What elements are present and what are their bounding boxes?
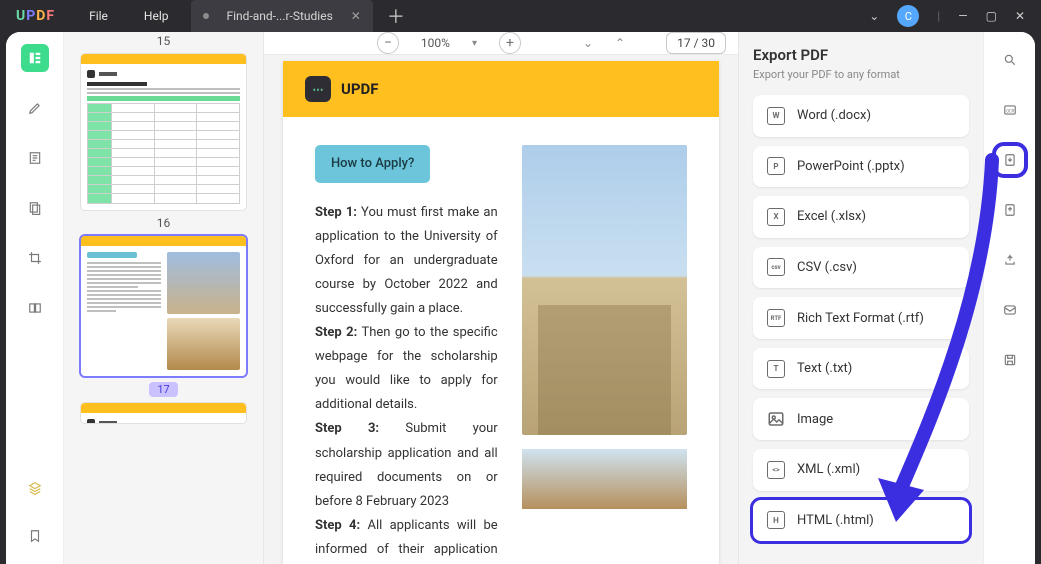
document-tab[interactable]: Find-and-...r-Studies ✕	[191, 0, 373, 32]
import-button[interactable]	[996, 196, 1024, 224]
thumb-page-number: 16	[80, 216, 247, 230]
csv-icon: csv	[767, 258, 785, 276]
mail-button[interactable]	[996, 296, 1024, 324]
tab-indicator-icon	[203, 13, 209, 19]
titlebar: UPDF File Help Find-and-...r-Studies ✕ ＋…	[0, 0, 1041, 32]
thumbnail-page-17[interactable]	[81, 236, 246, 376]
page-up-button[interactable]: ⌃	[615, 36, 625, 50]
image-icon	[767, 410, 785, 428]
share-button[interactable]	[996, 246, 1024, 274]
brand-text: UPDF	[341, 80, 379, 98]
zoom-level[interactable]: 100%	[421, 36, 450, 50]
thumbnail-page-16[interactable]	[81, 54, 246, 210]
thumb-page-number: 17	[80, 382, 247, 397]
export-option-rtf[interactable]: RTFRich Text Format (.rtf)	[753, 297, 969, 339]
export-option-excel[interactable]: XExcel (.xlsx)	[753, 196, 969, 238]
layers-button[interactable]	[21, 474, 49, 502]
xml-icon: <>	[767, 461, 785, 479]
tab-close-button[interactable]: ✕	[351, 9, 361, 23]
compare-button[interactable]	[21, 294, 49, 322]
thumb-page-number: 15	[80, 34, 247, 48]
export-option-powerpoint[interactable]: PPowerPoint (.pptx)	[753, 146, 969, 188]
section-heading-chip: How to Apply?	[315, 145, 430, 183]
zoom-out-button[interactable]: −	[377, 32, 399, 54]
text-edit-button[interactable]	[21, 144, 49, 172]
menu-help[interactable]: Help	[126, 9, 187, 23]
ocr-button[interactable]: OCR	[996, 96, 1024, 124]
export-subtitle: Export your PDF to any format	[753, 68, 969, 81]
document-viewport: − 100% ▾ + ⌄ ⌃ 17 / 30 ⋯ UPDF How to A	[264, 32, 738, 564]
tab-title: Find-and-...r-Studies	[227, 9, 333, 23]
left-tool-rail	[6, 32, 64, 564]
search-button[interactable]	[996, 46, 1024, 74]
right-tool-rail: OCR	[983, 32, 1035, 564]
zoom-dropdown-icon[interactable]: ▾	[472, 38, 477, 49]
page-photo-bottom	[522, 449, 687, 509]
powerpoint-icon: P	[767, 157, 785, 175]
export-pdf-button[interactable]	[996, 146, 1024, 174]
annotate-button[interactable]	[21, 94, 49, 122]
thumbnails-panel-button[interactable]	[21, 44, 49, 72]
page-indicator[interactable]: 17 / 30	[666, 32, 726, 54]
page-photo-top	[522, 145, 687, 435]
export-option-html[interactable]: HHTML (.html)	[753, 500, 969, 542]
rtf-icon: RTF	[767, 309, 785, 327]
export-option-csv[interactable]: csvCSV (.csv)	[753, 247, 969, 289]
avatar[interactable]: C	[897, 5, 919, 27]
page-text-column: How to Apply? Step 1: You must first mak…	[315, 145, 498, 564]
crop-button[interactable]	[21, 244, 49, 272]
html-icon: H	[767, 511, 785, 529]
zoom-in-button[interactable]: +	[499, 32, 521, 54]
divider: |	[937, 9, 940, 23]
page-tools-button[interactable]	[21, 194, 49, 222]
export-option-image[interactable]: Image	[753, 398, 969, 440]
svg-text:OCR: OCR	[1006, 108, 1014, 113]
export-option-xml[interactable]: <>XML (.xml)	[753, 449, 969, 491]
bookmark-button[interactable]	[21, 522, 49, 550]
word-icon: W	[767, 107, 785, 125]
export-option-text[interactable]: TText (.txt)	[753, 348, 969, 390]
page-image-column	[522, 145, 687, 564]
export-option-word[interactable]: WWord (.docx)	[753, 95, 969, 137]
page-brand-bar: ⋯ UPDF	[283, 61, 719, 117]
text-icon: T	[767, 360, 785, 378]
chevron-down-icon[interactable]: ⌄	[869, 9, 879, 23]
zoom-toolbar: − 100% ▾ + ⌄ ⌃ 17 / 30	[264, 32, 738, 55]
window-minimize-button[interactable]: —	[958, 9, 967, 23]
save-button[interactable]	[996, 346, 1024, 374]
export-title: Export PDF	[753, 46, 969, 64]
app-logo: UPDF	[0, 8, 71, 24]
window-close-button[interactable]: ✕	[1015, 9, 1025, 23]
excel-icon: X	[767, 208, 785, 226]
updf-logo-icon: ⋯	[305, 76, 331, 102]
thumbnail-page-18[interactable]	[81, 403, 246, 423]
export-panel: Export PDF Export your PDF to any format…	[738, 32, 983, 564]
page-down-button[interactable]: ⌄	[583, 36, 593, 50]
new-tab-button[interactable]: ＋	[373, 3, 419, 29]
thumbnails-panel: 15	[64, 32, 264, 564]
document-page[interactable]: ⋯ UPDF How to Apply? Step 1: You must fi…	[283, 61, 719, 564]
menu-file[interactable]: File	[71, 9, 126, 23]
window-maximize-button[interactable]: ▢	[986, 9, 997, 23]
